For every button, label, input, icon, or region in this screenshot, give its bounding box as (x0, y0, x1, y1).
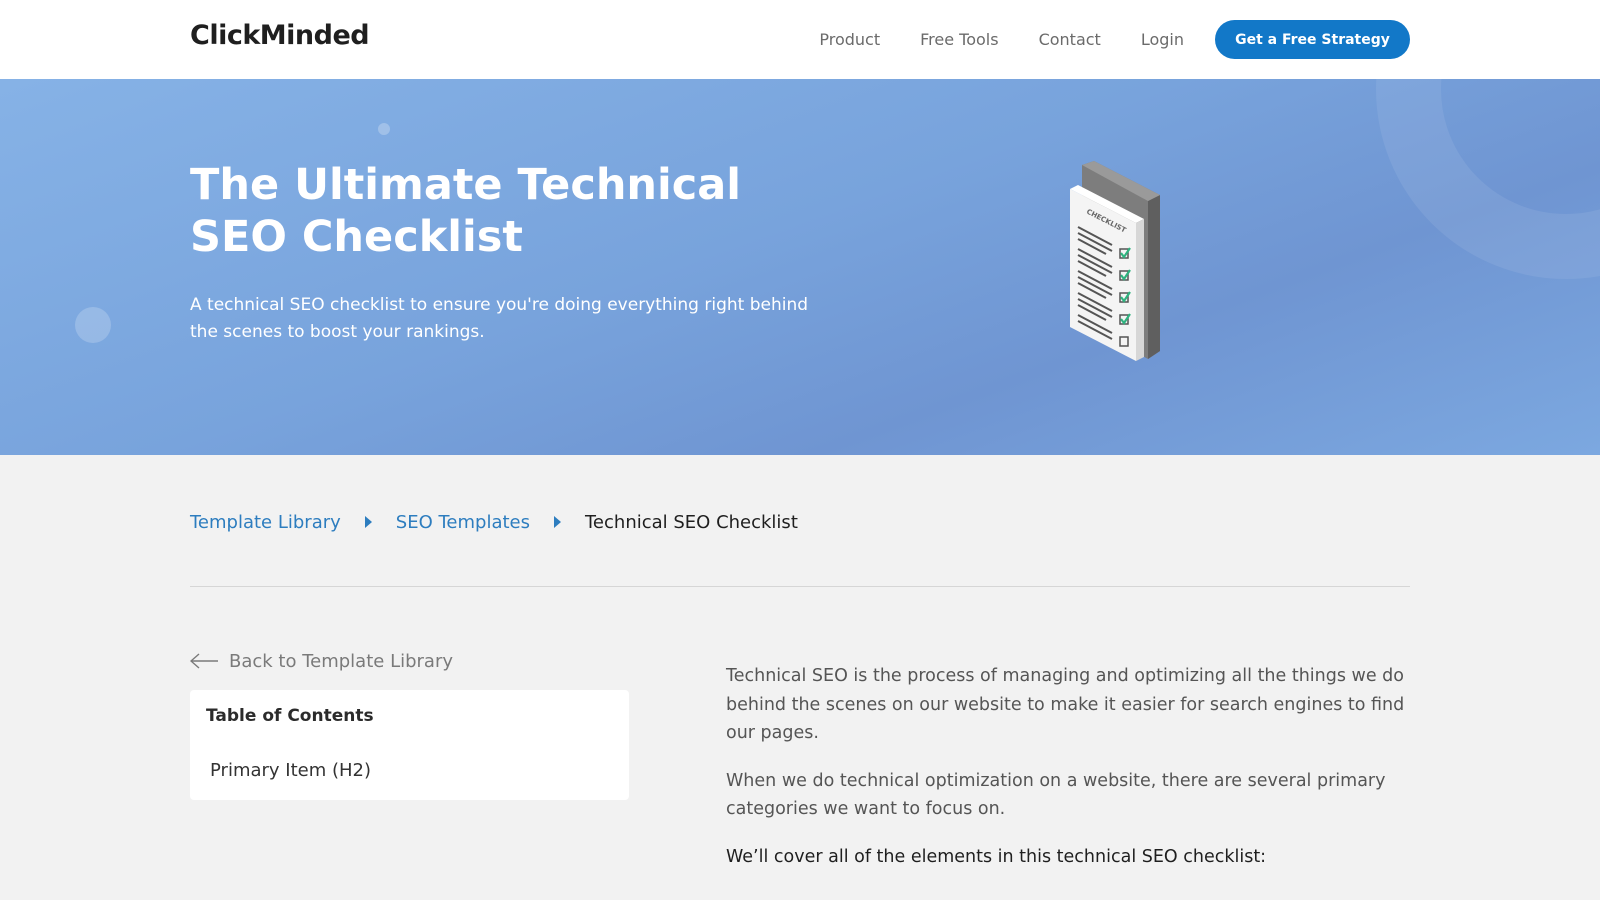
decorative-dot (378, 123, 390, 135)
checklist-phone-icon: CHECKLIST (1070, 161, 1160, 361)
page-subtitle: A technical SEO checklist to ensure you'… (190, 295, 809, 342)
breadcrumb-seo-templates[interactable]: SEO Templates (396, 512, 530, 533)
nav-login[interactable]: Login (1141, 30, 1184, 49)
decorative-ring (1376, 79, 1600, 279)
article-paragraph: We’ll cover all of the elements in this … (726, 846, 1267, 867)
main-nav: Product Free Tools Contact Login (779, 0, 1184, 79)
caret-right-icon (364, 516, 372, 528)
breadcrumb-template-library[interactable]: Template Library (190, 512, 341, 533)
hero-banner: The Ultimate Technical SEO Checklist A t… (0, 79, 1600, 455)
get-free-strategy-button[interactable]: Get a Free Strategy (1215, 20, 1410, 59)
toc-title: Table of Contents (206, 706, 374, 726)
table-of-contents: Table of Contents Primary Item (H2) (190, 690, 629, 800)
article-paragraph: When we do technical optimization on a w… (726, 770, 1386, 820)
arrow-left-icon (190, 653, 218, 669)
decorative-dot (75, 307, 111, 343)
article-body: Technical SEO is the process of managing… (726, 662, 1416, 890)
breadcrumb-current: Technical SEO Checklist (585, 511, 798, 533)
caret-right-icon (554, 516, 561, 528)
divider (190, 586, 1410, 587)
page-title: The Ultimate Technical SEO Checklist (190, 160, 742, 262)
back-to-template-library-link[interactable]: Back to Template Library (190, 648, 453, 674)
logo[interactable]: ClickMinded (190, 20, 370, 51)
nav-product[interactable]: Product (819, 30, 880, 49)
nav-free-tools[interactable]: Free Tools (920, 30, 998, 49)
back-link-label: Back to Template Library (229, 650, 454, 672)
nav-contact[interactable]: Contact (1039, 30, 1101, 49)
toc-item[interactable]: Primary Item (H2) (210, 760, 371, 781)
site-header: ClickMinded Product Free Tools Contact L… (0, 0, 1600, 79)
breadcrumb: Template Library SEO Templates Technical… (190, 507, 798, 537)
article-paragraph: Technical SEO is the process of managing… (726, 666, 1405, 743)
